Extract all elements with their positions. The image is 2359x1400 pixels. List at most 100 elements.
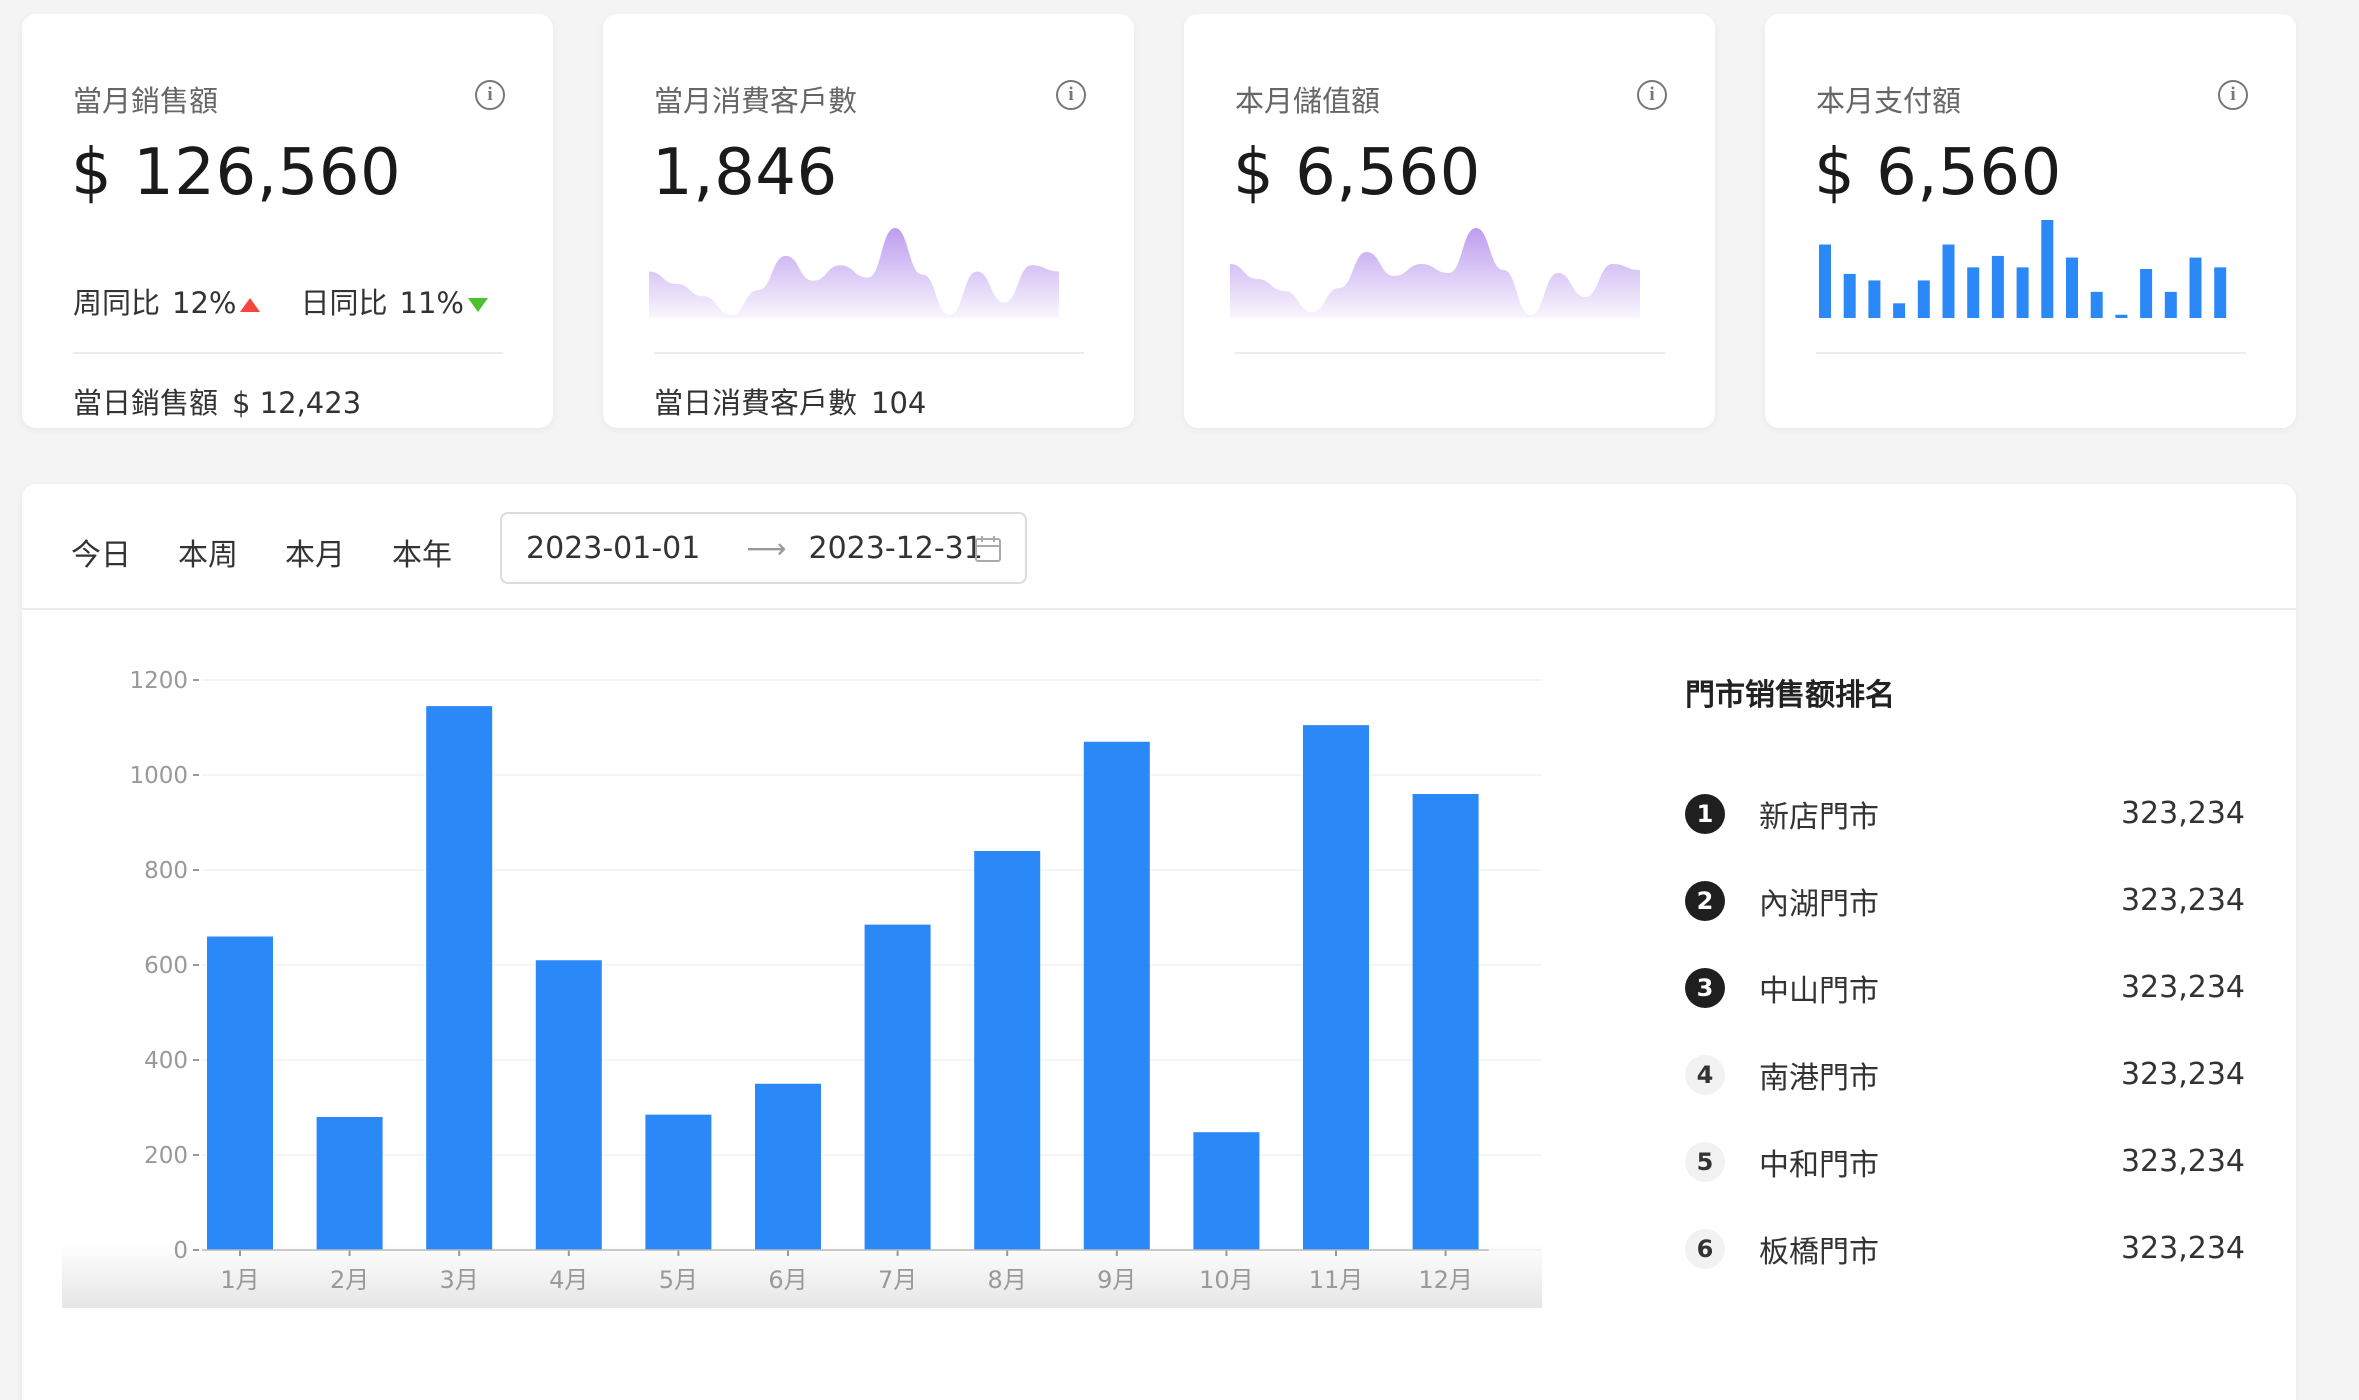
y-tick-label: 1200 [129,668,188,694]
sparkline-area [1230,228,1640,318]
date-range-picker[interactable]: 2023-01-01 ⟶ 2023-12-31 [500,512,1027,584]
mini-bar [1819,244,1831,318]
footer-label: 當日消費客戶數 [654,386,858,420]
store-name: 中山門市 [1759,973,1879,1009]
info-icon[interactable]: i [1637,80,1667,110]
tab-today[interactable]: 今日 [71,530,178,574]
rank-number: 4 [1685,1054,1725,1095]
day-compare: 日同比 11% [300,280,488,322]
card-title: 本月支付額 [1816,84,1962,118]
divider [73,352,503,354]
mini-bar [2066,257,2078,318]
store-name: 板橋門市 [1759,1234,1879,1270]
info-icon[interactable]: i [2218,80,2248,110]
card-value: $ 126,560 [71,136,402,210]
ranking-item: 4 南港門市 323,234 [1685,1031,2245,1118]
rank-number: 1 [1685,793,1725,834]
x-tick-label: 3月 [440,1266,479,1294]
x-tick-label: 8月 [988,1266,1027,1294]
y-tick-label: 1000 [129,763,188,789]
tab-this-year[interactable]: 本年 [392,530,499,574]
ranking-item: 3 中山門市 323,234 [1685,944,2245,1031]
store-name: 南港門市 [1759,1060,1879,1096]
payments-minibar-chart [1819,220,2227,318]
stored-value-card: 本月儲值額 i $ 6,560 [1184,14,1715,428]
mini-bar [2164,291,2177,318]
mini-bar [2115,314,2128,318]
stored-value-sparkline [1230,228,1640,318]
mini-bar [1843,273,1856,318]
sales-panel: 今日 本周 本月 本年 2023-01-01 ⟶ 2023-12-31 0 200… [22,484,2296,1400]
mini-bar [1893,303,1906,318]
calendar-icon[interactable] [973,534,1003,564]
bar[interactable] [1083,741,1150,1250]
bar[interactable] [316,1117,383,1250]
ranking-list: 1 新店門市 323,234 2 內湖門市 323,234 3 中山門市 323… [1685,770,2245,1292]
ranking-item: 5 中和門市 323,234 [1685,1118,2245,1205]
card-title: 本月儲值額 [1235,84,1381,118]
card-title: 當月銷售額 [73,84,219,118]
rank-number: 3 [1685,967,1725,1008]
ranking-item: 2 內湖門市 323,234 [1685,857,2245,944]
store-name: 內湖門市 [1759,886,1879,922]
footer-label: 當日銷售額 [73,386,219,420]
card-value: 1,846 [652,136,838,210]
x-tick-label: 11月 [1309,1266,1364,1294]
mini-bar [1942,244,1955,318]
bar[interactable] [1193,1132,1260,1250]
x-tick-label: 1月 [220,1266,259,1294]
mini-bar [1967,267,1980,318]
store-name: 新店門市 [1759,799,1879,835]
day-compare-label: 日同比 [300,286,388,320]
arrow-right-icon: ⟶ [746,531,787,565]
ranking-item: 6 板橋門市 323,234 [1685,1205,2245,1292]
store-sales-value: 323,234 [2120,1231,2245,1266]
bar[interactable] [755,1083,821,1250]
y-tick-label: 0 [173,1238,188,1264]
start-date[interactable]: 2023-01-01 [526,531,700,566]
payment-card: 本月支付額 i $ 6,560 [1765,14,2296,428]
y-tick-label: 400 [144,1048,188,1074]
card-value: $ 6,560 [1814,136,2062,210]
bar[interactable] [1303,725,1369,1250]
divider [1816,352,2246,354]
customers-card: 當月消費客戶數 i 1,846 當日消費客戶數 104 [603,14,1134,428]
store-name: 中和門市 [1759,1147,1879,1183]
period-tabs: 今日 本周 本月 本年 [71,530,499,574]
bar[interactable] [426,706,493,1250]
x-tick-label: 7月 [878,1266,917,1294]
mini-bar [1991,255,2004,318]
x-tick-label: 9月 [1097,1266,1136,1294]
info-icon[interactable]: i [1056,80,1086,110]
bar[interactable] [535,960,602,1250]
compare-row: 周同比 12% 日同比 11% [73,280,488,322]
x-tick-label: 12月 [1418,1266,1473,1294]
bar[interactable] [207,936,273,1251]
trend-down-icon [467,298,488,312]
bar[interactable] [1412,794,1479,1250]
mini-bar [2140,269,2153,318]
rank-number: 5 [1685,1141,1725,1182]
card-footer: 當日消費客戶數 104 [654,380,926,422]
ranking-title: 門市销售额排名 [1685,678,1895,713]
x-tick-label: 4月 [549,1266,588,1294]
store-ranking: 門市销售额排名 1 新店門市 323,234 2 內湖門市 323,234 3 … [1685,670,2245,1292]
tab-this-month[interactable]: 本月 [285,530,392,574]
bar[interactable] [645,1114,712,1250]
store-sales-value: 323,234 [2120,1057,2245,1092]
week-compare-label: 周同比 [73,286,161,320]
tab-this-week[interactable]: 本周 [178,530,285,574]
y-tick-label: 800 [144,858,188,884]
store-sales-value: 323,234 [2120,796,2245,831]
bar[interactable] [974,851,1041,1250]
x-tick-label: 6月 [768,1266,807,1294]
bar[interactable] [864,924,931,1250]
day-compare-pct: 11% [399,286,464,320]
sparkline-area [649,228,1059,318]
store-sales-value: 323,234 [2120,970,2245,1005]
card-value: $ 6,560 [1233,136,1481,210]
mini-bar [1868,280,1881,318]
mini-bar [2189,257,2202,318]
end-date[interactable]: 2023-12-31 [809,531,983,566]
info-icon[interactable]: i [475,80,505,110]
